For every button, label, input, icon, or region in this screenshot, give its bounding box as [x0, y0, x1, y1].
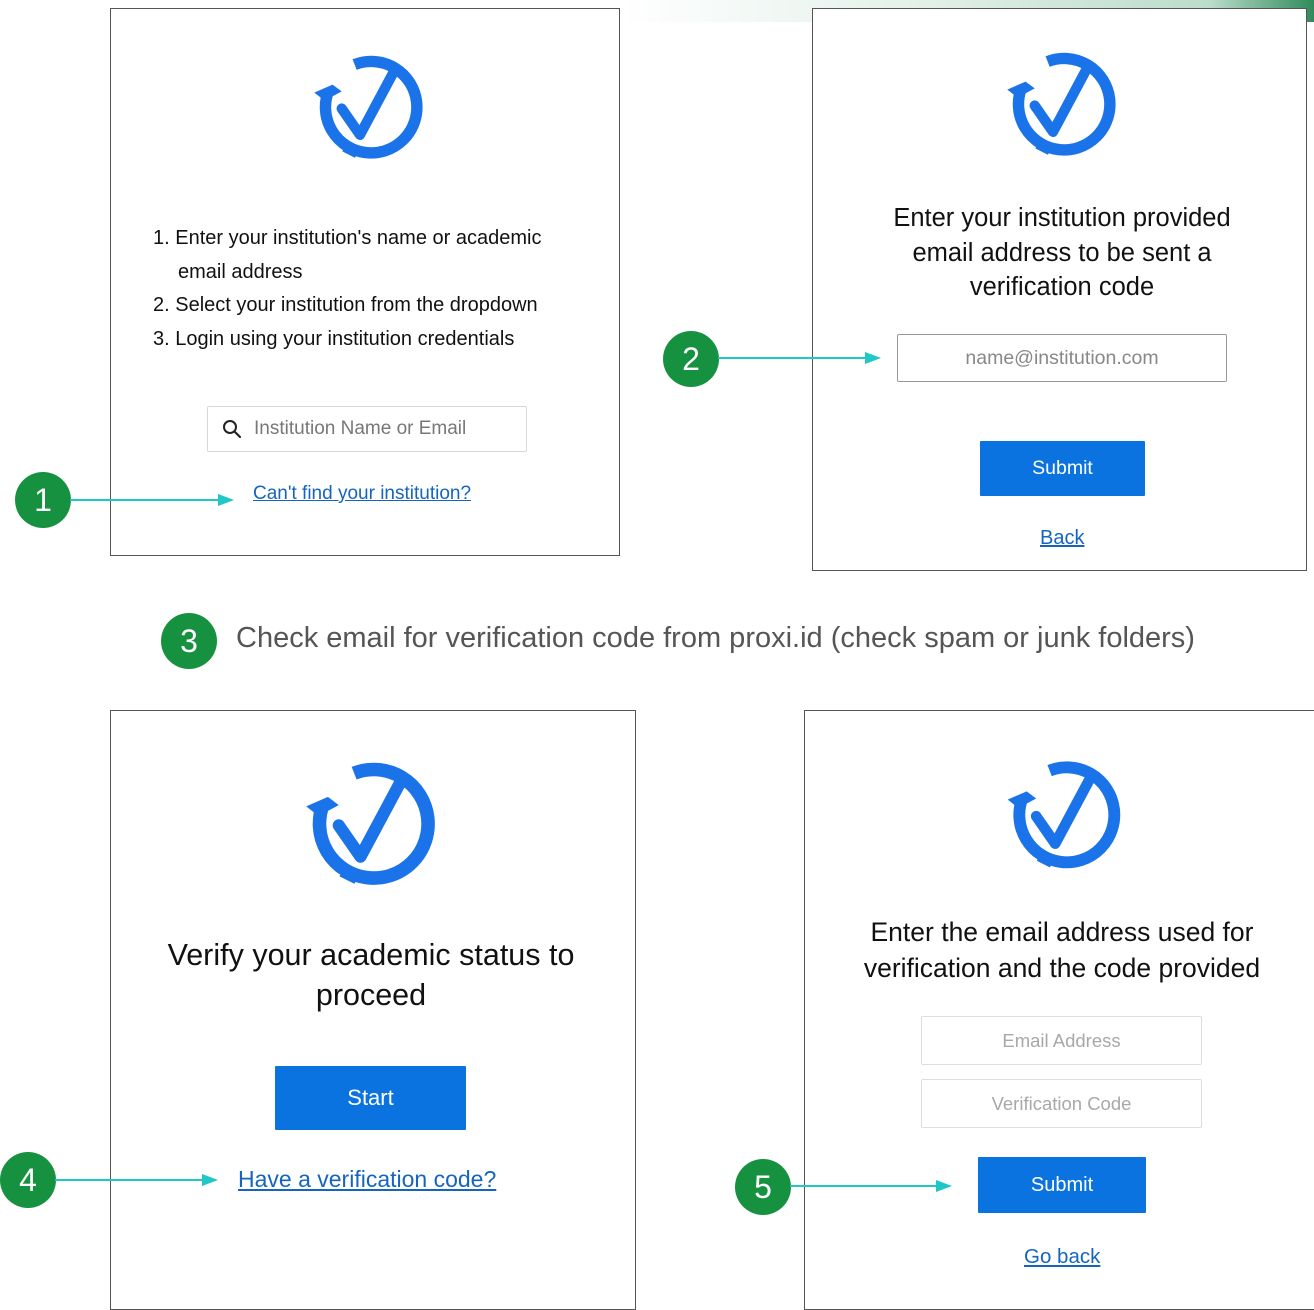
arrow-2: [718, 352, 881, 364]
step-badge-1: 1: [15, 472, 71, 528]
back-link[interactable]: Back: [1040, 527, 1084, 550]
check-circle-arrows-icon: [294, 744, 446, 896]
email-panel-heading: Enter your institution provided email ad…: [893, 204, 1231, 301]
verification-code-input[interactable]: [921, 1079, 1202, 1128]
instruction-step: 1. Enter your institution's name or acad…: [153, 227, 542, 283]
institution-search-field[interactable]: [207, 406, 527, 452]
email-address-input[interactable]: [921, 1016, 1202, 1065]
instruction-step: 2. Select your institution from the drop…: [153, 294, 538, 316]
institution-search-input[interactable]: [252, 417, 506, 441]
search-icon: [223, 420, 242, 439]
verify-status-heading: Verify your academic status to proceed: [167, 938, 575, 1012]
instruction-step: 3. Login using your institution credenti…: [153, 327, 515, 350]
check-email-caption: Check email for verification code from p…: [236, 622, 1195, 654]
arrow-1: [70, 494, 234, 506]
institution-email-input[interactable]: [897, 334, 1227, 382]
submit-code-button[interactable]: Submit: [978, 1157, 1146, 1213]
step-badge-4: 4: [0, 1152, 56, 1208]
have-verification-code-link[interactable]: Have a verification code?: [238, 1166, 496, 1193]
step-badge-5: 5: [735, 1159, 791, 1215]
arrow-5: [790, 1180, 952, 1192]
check-circle-arrows-icon: [997, 37, 1125, 165]
cant-find-institution-link[interactable]: Can't find your institution?: [253, 483, 471, 505]
start-button[interactable]: Start: [275, 1066, 466, 1130]
check-circle-arrows-icon: [304, 40, 432, 168]
go-back-link[interactable]: Go back: [1024, 1245, 1100, 1269]
enter-code-heading: Enter the email address used for verific…: [863, 917, 1261, 983]
check-circle-arrows-icon: [997, 745, 1130, 878]
step-badge-2: 2: [663, 331, 719, 387]
arrow-4: [55, 1174, 218, 1186]
submit-button[interactable]: Submit: [980, 441, 1145, 496]
step-badge-3: 3: [161, 613, 217, 669]
instructions-list: 1. Enter your institution's name or acad…: [153, 222, 593, 356]
